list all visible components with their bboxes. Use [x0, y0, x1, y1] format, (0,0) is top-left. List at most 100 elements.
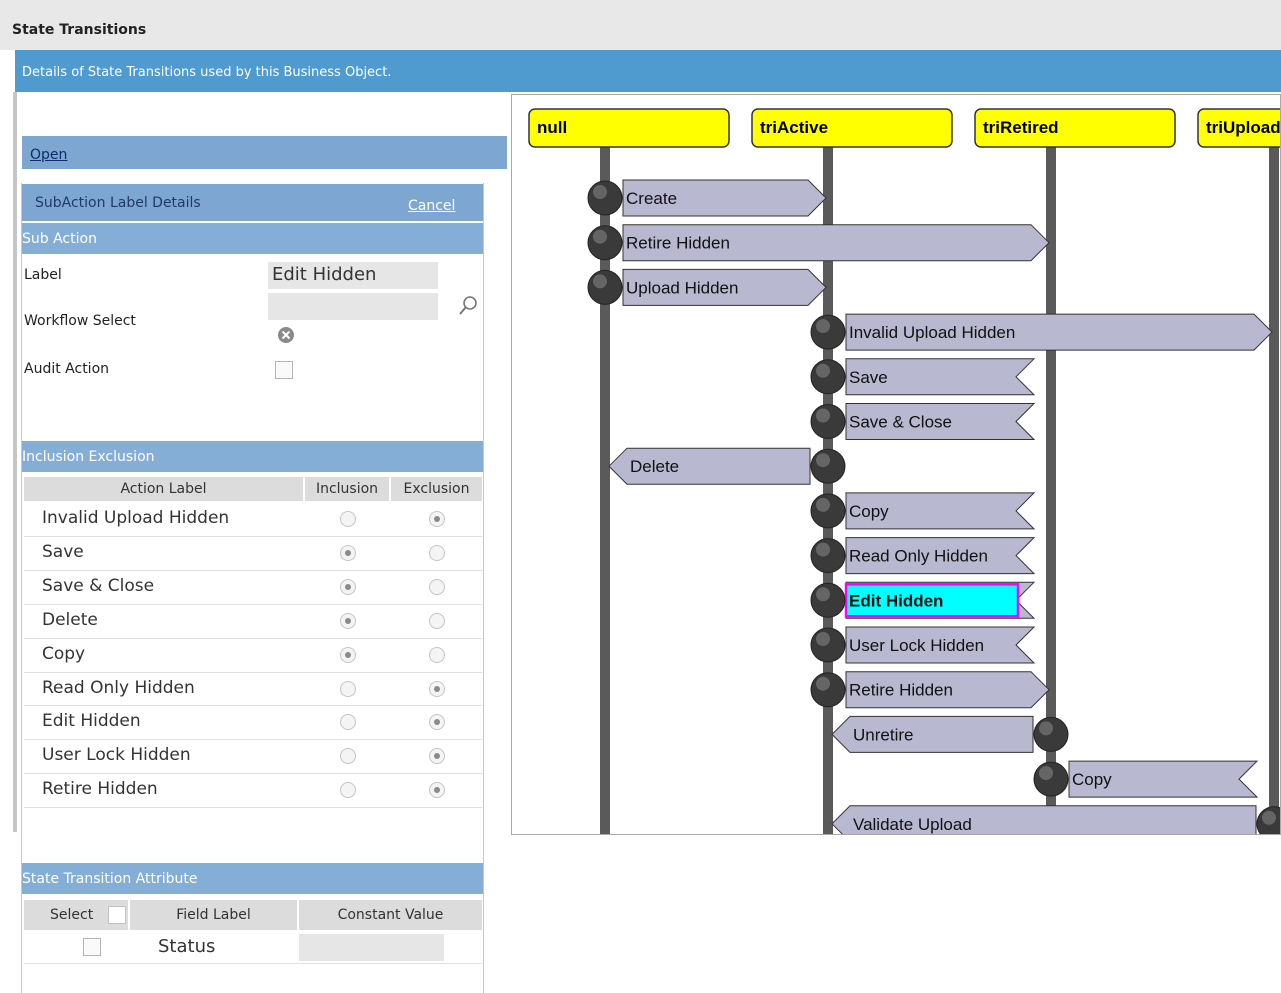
transition-origin-node[interactable] [1033, 761, 1069, 797]
row-divider [24, 535, 482, 537]
state-label: triRetired [983, 118, 1059, 137]
node-highlight [816, 587, 830, 602]
title-bar [0, 0, 1281, 50]
inclusion-row-label: Delete [42, 609, 98, 630]
transition-label: Validate Upload [853, 815, 972, 834]
node-highlight [816, 632, 830, 646]
transition-origin-node[interactable] [587, 225, 623, 261]
page-title: State Transitions [12, 22, 147, 38]
inclusion-row-label: Edit Hidden [42, 711, 141, 732]
inclusion-radio[interactable] [340, 612, 356, 629]
state-label: null [537, 118, 567, 137]
transition-label: Retire Hidden [849, 681, 953, 700]
node-highlight [593, 185, 607, 199]
exclusion-radio[interactable] [429, 578, 445, 595]
node-highlight [816, 676, 830, 691]
transition-origin-node[interactable] [810, 314, 846, 350]
exclusion-radio[interactable] [429, 544, 445, 561]
workflow-select-label: Workflow Select [24, 313, 136, 329]
state-transition-attribute-title: State Transition Attribute [22, 871, 198, 887]
col-field-label: Field Label [130, 900, 297, 930]
col-exclusion: Exclusion [391, 477, 482, 501]
audit-action-checkbox[interactable] [275, 361, 293, 379]
transition-origin-node[interactable] [587, 180, 623, 216]
transition-origin-node[interactable] [810, 404, 846, 439]
node-highlight [816, 319, 830, 334]
col-action-label: Action Label [24, 477, 303, 501]
inclusion-row-label: User Lock Hidden [42, 745, 191, 766]
transition-origin-node[interactable] [810, 359, 846, 395]
node-highlight [1039, 766, 1053, 781]
status-constant-value[interactable] [299, 934, 444, 961]
subaction-title: SubAction Label Details [35, 195, 201, 211]
inclusion-row-label: Invalid Upload Hidden [42, 508, 230, 528]
inclusion-row-label: Read Only Hidden [42, 677, 195, 698]
transition-origin-node[interactable] [810, 493, 846, 529]
row-divider [24, 603, 482, 605]
inclusion-radio[interactable] [340, 646, 356, 663]
open-link[interactable]: Open [30, 147, 67, 163]
inclusion-exclusion-title: Inclusion Exclusion [22, 449, 155, 465]
select-all-checkbox[interactable] [108, 906, 126, 924]
node-highlight [816, 497, 830, 512]
transition-label: Retire Hidden [626, 234, 730, 253]
transition-origin-node[interactable] [810, 538, 846, 574]
inclusion-radio[interactable] [340, 680, 356, 697]
exclusion-radio[interactable] [429, 612, 445, 629]
transition-origin-node[interactable] [587, 269, 623, 305]
inclusion-row-label: Copy [42, 643, 86, 664]
transition-origin-node[interactable] [810, 672, 846, 708]
row-divider [24, 739, 482, 741]
row-divider [24, 671, 482, 673]
inclusion-radio[interactable] [340, 578, 356, 595]
inclusion-radio[interactable] [340, 544, 356, 561]
row-divider [24, 705, 482, 707]
cancel-link[interactable]: Cancel [408, 198, 455, 214]
label-field-label: Label [24, 267, 62, 283]
transition-origin-node[interactable] [1033, 716, 1069, 752]
label-input[interactable]: Edit Hidden [268, 262, 438, 289]
row-divider [24, 773, 482, 775]
transition-label: Save [849, 368, 888, 387]
transition-label: Delete [630, 457, 679, 476]
transition-label: Unretire [853, 725, 913, 744]
audit-action-label: Audit Action [24, 361, 110, 377]
inclusion-row-label: Save [42, 541, 84, 562]
transition-origin-node[interactable] [810, 448, 846, 484]
node-highlight [816, 363, 830, 378]
transition-label: Invalid Upload Hidden [849, 323, 1015, 342]
lifeline [1269, 145, 1279, 834]
open-bar [22, 136, 507, 169]
search-icon[interactable] [455, 292, 483, 320]
clear-icon[interactable] [276, 325, 296, 345]
transition-label: Create [626, 189, 677, 208]
node-highlight [816, 542, 830, 557]
state-transition-diagram: null triActive triRetired triUpload Create Re… [511, 94, 1281, 835]
node-highlight [1262, 810, 1276, 825]
transition-origin-node[interactable] [810, 627, 846, 663]
transition-label: Edit Hidden [849, 591, 943, 610]
transition-label: User Lock Hidden [849, 636, 984, 655]
workflow-select-input[interactable] [268, 293, 438, 320]
col-constant-value: Constant Value [299, 900, 482, 930]
state-label: triUpload [1206, 118, 1281, 137]
row-divider [24, 807, 482, 809]
exclusion-radio[interactable] [429, 646, 445, 663]
row-divider [24, 637, 482, 639]
transition-label: Copy [849, 502, 889, 521]
exclusion-radio[interactable] [429, 680, 445, 697]
state-label: triActive [760, 118, 828, 137]
inclusion-radio[interactable] [340, 511, 356, 527]
exclusion-radio[interactable] [429, 511, 445, 527]
panel-divider [13, 92, 17, 832]
node-highlight [1039, 721, 1053, 736]
status-field-label: Status [158, 936, 216, 957]
node-highlight [816, 453, 830, 468]
transition-origin-node[interactable] [810, 582, 846, 618]
info-text: Details of State Transitions used by thi… [22, 65, 392, 80]
node-highlight [593, 229, 607, 244]
inclusion-row-label: Retire Hidden [42, 779, 158, 800]
transition-label: Read Only Hidden [849, 547, 988, 566]
status-row-checkbox[interactable] [83, 938, 101, 956]
node-highlight [816, 408, 830, 423]
